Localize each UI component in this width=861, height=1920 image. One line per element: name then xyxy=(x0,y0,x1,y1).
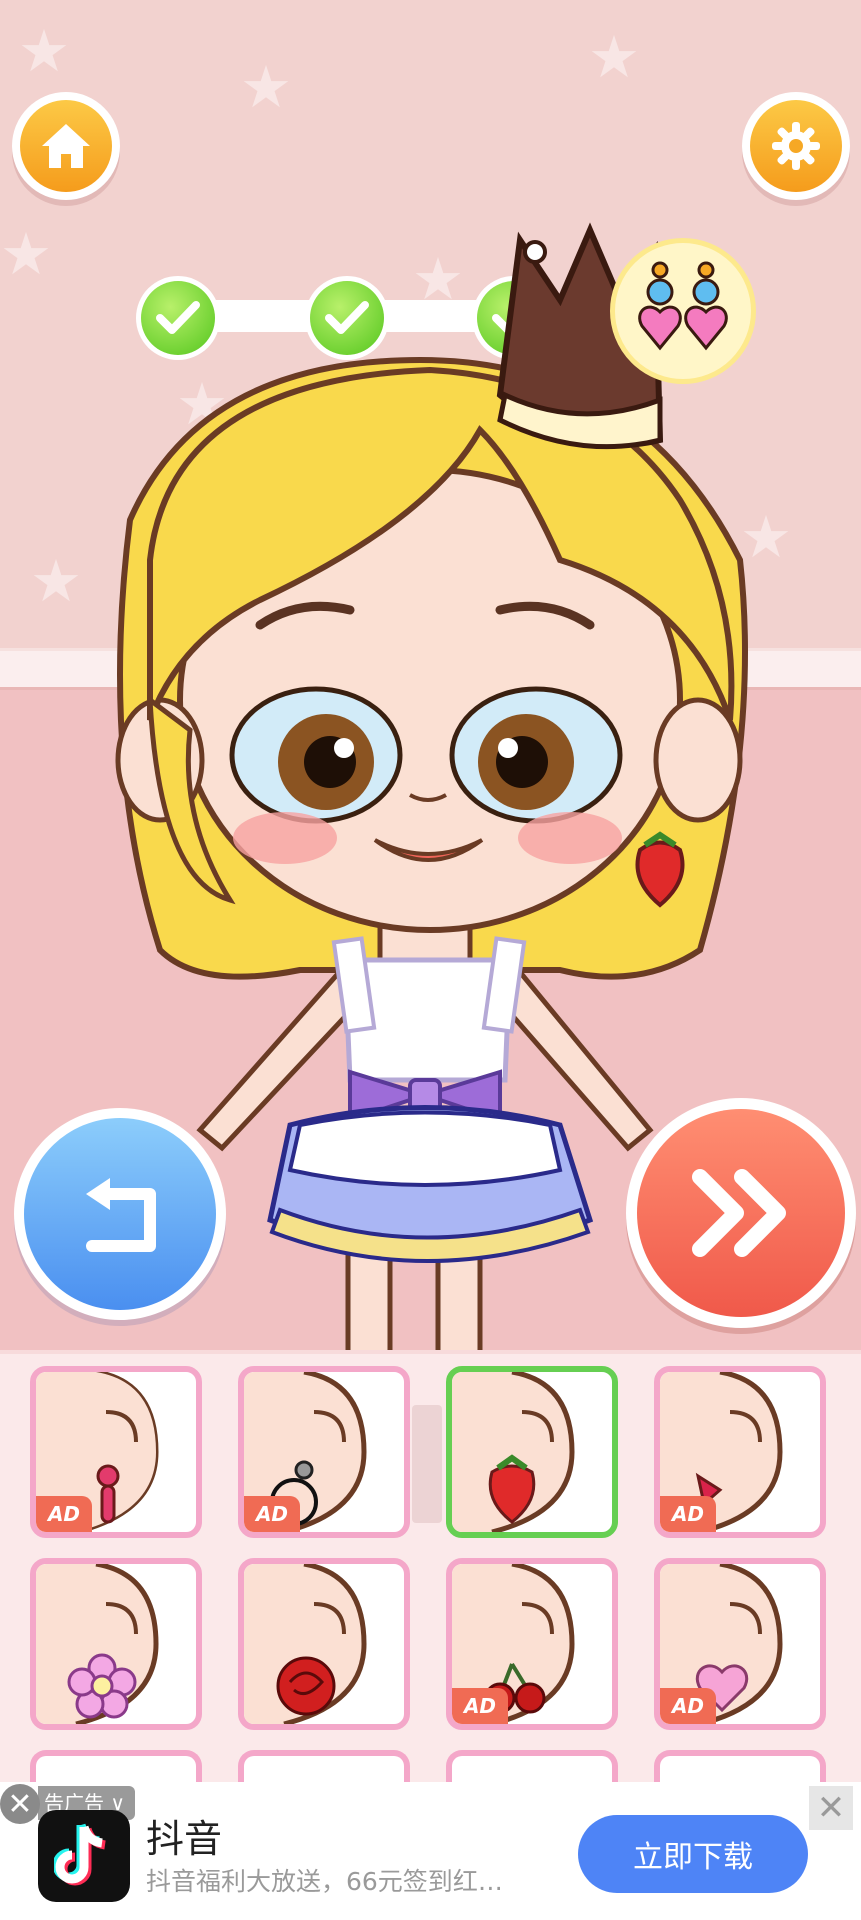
ear-preview xyxy=(244,1564,367,1724)
star-decoration: ★ xyxy=(18,17,70,85)
tiktok-logo-icon xyxy=(38,1810,130,1902)
item-tile-cherry-earring[interactable]: AD xyxy=(446,1558,618,1730)
ad-badge: AD xyxy=(660,1496,716,1532)
ear-preview xyxy=(452,1372,575,1532)
item-tile-pink-flower-earring[interactable] xyxy=(30,1558,202,1730)
download-button[interactable]: 立即下载 xyxy=(578,1815,808,1893)
ad-badge: AD xyxy=(660,1688,716,1724)
item-tile-strawberry-earring[interactable] xyxy=(446,1366,618,1538)
ad-description: 抖音福利大放送，66元签到红… xyxy=(146,1867,503,1896)
ad-dismiss-button[interactable]: ✕ xyxy=(809,1786,853,1830)
undo-icon xyxy=(86,1178,156,1252)
ear-preview xyxy=(36,1564,159,1724)
home-icon xyxy=(42,124,90,168)
scroll-indicator xyxy=(412,1405,442,1523)
earrings-icon xyxy=(638,261,728,351)
item-tile-black-hoop-earring[interactable]: AD xyxy=(238,1366,410,1538)
ad-badge: AD xyxy=(452,1688,508,1724)
settings-button[interactable] xyxy=(742,92,850,200)
item-tile-pink-heart-earring[interactable]: AD xyxy=(654,1558,826,1730)
fast-forward-icon xyxy=(692,1169,786,1257)
ad-badge: AD xyxy=(36,1496,92,1532)
item-tile-red-rose-earring[interactable] xyxy=(238,1558,410,1730)
star-decoration: ★ xyxy=(240,53,292,121)
item-tile-red-stud-earring[interactable]: AD xyxy=(654,1366,826,1538)
home-button[interactable] xyxy=(12,92,120,200)
star-decoration: ★ xyxy=(588,23,640,91)
ad-app-name: 抖音 xyxy=(146,1817,223,1861)
undo-button[interactable] xyxy=(14,1108,226,1320)
ad-close-icon[interactable]: ✕ xyxy=(0,1784,40,1824)
next-button[interactable] xyxy=(626,1098,856,1328)
step-current-earrings xyxy=(610,238,756,384)
ad-badge: AD xyxy=(244,1496,300,1532)
gear-icon xyxy=(772,122,820,170)
item-tile-pink-drop-earring[interactable]: AD xyxy=(30,1366,202,1538)
